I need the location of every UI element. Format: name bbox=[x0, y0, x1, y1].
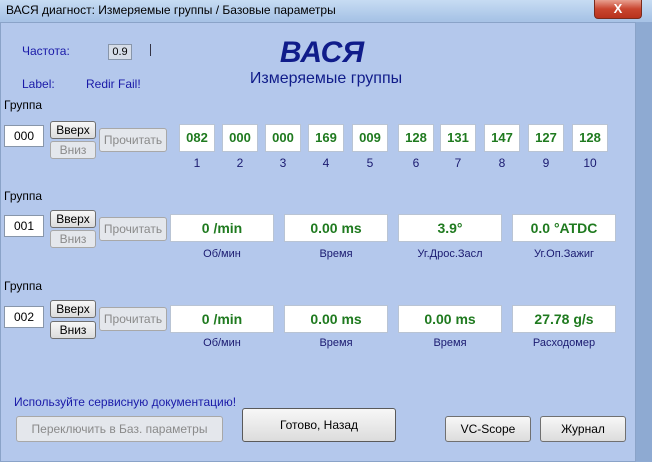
group0-value-10: 128 bbox=[572, 124, 608, 152]
group1-field-rpm: 0 /min bbox=[170, 214, 274, 242]
group1-field-time: 0.00 ms bbox=[284, 214, 388, 242]
group0-value-1: 082 bbox=[179, 124, 215, 152]
group2-field-time-2: 0.00 ms bbox=[398, 305, 502, 333]
group0-value-9: 127 bbox=[528, 124, 564, 152]
field-index-6: 6 bbox=[412, 156, 420, 170]
group-down-button[interactable]: Вниз bbox=[50, 230, 96, 248]
group-number-input[interactable]: 001 bbox=[4, 215, 44, 237]
group-number-input[interactable]: 000 bbox=[4, 125, 44, 147]
group-up-button[interactable]: Вверх bbox=[50, 121, 96, 139]
field-index-9: 9 bbox=[542, 156, 550, 170]
group1-label-time: Время bbox=[319, 248, 353, 260]
journal-button[interactable]: Журнал bbox=[540, 416, 626, 442]
app-subtitle: Измеряемые группы bbox=[249, 70, 403, 87]
group0-value-6: 128 bbox=[398, 124, 434, 152]
switch-basic-params-button[interactable]: Переключить в Баз. параметры bbox=[16, 416, 223, 442]
field-index-1: 1 bbox=[193, 156, 201, 170]
group0-value-7: 131 bbox=[440, 124, 476, 152]
group0-value-8: 147 bbox=[484, 124, 520, 152]
field-index-8: 8 bbox=[498, 156, 506, 170]
group-down-button[interactable]: Вниз bbox=[50, 321, 96, 339]
field-index-2: 2 bbox=[236, 156, 244, 170]
group1-label-ignition: Уг.Оп.Зажиг bbox=[533, 248, 595, 260]
group1-field-ignition: 0.0 °ATDC bbox=[512, 214, 616, 242]
group-read-button[interactable]: Прочитать bbox=[99, 307, 167, 331]
group1-label-rpm: Об/мин bbox=[203, 248, 241, 260]
group2-label-rpm: Об/мин bbox=[203, 337, 241, 349]
group2-field-time: 0.00 ms bbox=[284, 305, 388, 333]
group2-field-rpm: 0 /min bbox=[170, 305, 274, 333]
vc-scope-button[interactable]: VC-Scope bbox=[445, 416, 531, 442]
group0-value-2: 000 bbox=[222, 124, 258, 152]
field-index-5: 5 bbox=[366, 156, 374, 170]
app-title: ВАСЯ bbox=[279, 36, 365, 69]
group0-value-4: 169 bbox=[308, 124, 344, 152]
window-title: ВАСЯ диагност: Измеряемые группы / Базов… bbox=[6, 3, 336, 17]
group-down-button[interactable]: Вниз bbox=[50, 141, 96, 159]
app-window: ВАСЯ диагност: Измеряемые группы / Базов… bbox=[0, 0, 652, 462]
title-bar[interactable]: ВАСЯ диагност: Измеряемые группы / Базов… bbox=[0, 0, 652, 20]
group-label: Группа bbox=[4, 189, 43, 203]
group2-label-maf: Расходомер bbox=[532, 337, 596, 349]
group-label: Группа bbox=[4, 98, 43, 112]
group1-label-throttle: Уг.Дрос.Засл bbox=[417, 248, 483, 260]
group-read-button[interactable]: Прочитать bbox=[99, 217, 167, 241]
done-back-button[interactable]: Готово, Назад bbox=[242, 408, 396, 442]
group2-field-maf: 27.78 g/s bbox=[512, 305, 616, 333]
field-index-4: 4 bbox=[322, 156, 330, 170]
close-button[interactable]: X bbox=[594, 0, 642, 19]
group1-field-throttle: 3.9° bbox=[398, 214, 502, 242]
field-index-3: 3 bbox=[279, 156, 287, 170]
group0-value-3: 000 bbox=[265, 124, 301, 152]
group-label: Группа bbox=[4, 279, 43, 293]
side-strip bbox=[636, 22, 652, 462]
service-doc-note: Используйте сервисную документацию! bbox=[14, 395, 237, 409]
group0-value-5: 009 bbox=[352, 124, 388, 152]
field-index-7: 7 bbox=[454, 156, 462, 170]
group2-label-time: Время bbox=[319, 337, 353, 349]
field-index-10: 10 bbox=[583, 156, 597, 170]
group-read-button[interactable]: Прочитать bbox=[99, 128, 167, 152]
group-up-button[interactable]: Вверх bbox=[50, 300, 96, 318]
group-up-button[interactable]: Вверх bbox=[50, 210, 96, 228]
group-number-input[interactable]: 002 bbox=[4, 306, 44, 328]
group2-label-time-2: Время bbox=[433, 337, 467, 349]
